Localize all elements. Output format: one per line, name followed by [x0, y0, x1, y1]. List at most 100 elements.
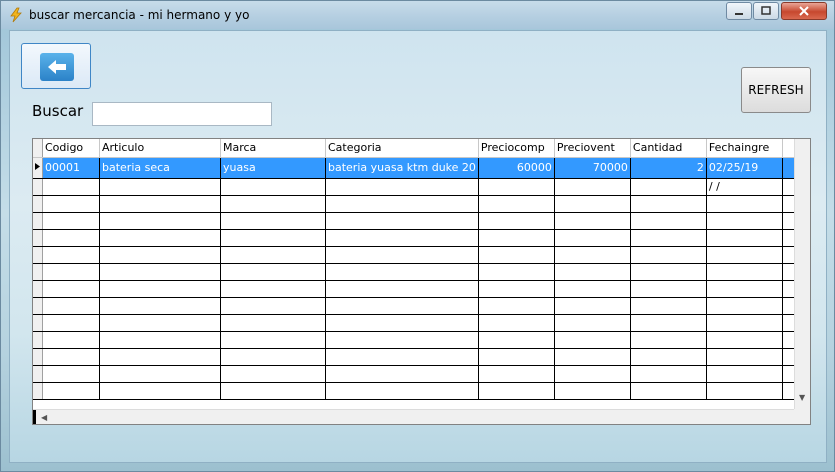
- table-cell[interactable]: [325, 365, 479, 383]
- table-row[interactable]: 00001 bateria seca yuasa bateria yuasa k…: [33, 157, 802, 179]
- table-cell[interactable]: [630, 297, 707, 315]
- table-cell[interactable]: [99, 365, 221, 383]
- table-cell[interactable]: [99, 229, 221, 247]
- table-cell[interactable]: [42, 246, 100, 264]
- scroll-left-icon[interactable]: ◀: [41, 413, 47, 422]
- table-row[interactable]: [33, 297, 802, 315]
- minimize-button[interactable]: [726, 2, 752, 20]
- table-cell[interactable]: [554, 280, 631, 298]
- table-cell[interactable]: [99, 280, 221, 298]
- table-cell[interactable]: [554, 348, 631, 366]
- cell-preciocomp[interactable]: 60000: [478, 157, 555, 179]
- table-cell[interactable]: [554, 331, 631, 349]
- table-cell[interactable]: [554, 229, 631, 247]
- cell-fechaingre[interactable]: / /: [706, 178, 783, 196]
- table-cell[interactable]: [42, 331, 100, 349]
- table-cell[interactable]: [325, 314, 479, 332]
- maximize-button[interactable]: [753, 2, 779, 20]
- table-cell[interactable]: [478, 331, 555, 349]
- table-row[interactable]: [33, 382, 802, 400]
- column-header-codigo[interactable]: Codigo: [42, 139, 100, 158]
- table-cell[interactable]: [630, 195, 707, 213]
- table-row[interactable]: [33, 314, 802, 332]
- cell-categoria[interactable]: bateria yuasa ktm duke 20: [325, 157, 479, 179]
- table-cell[interactable]: [99, 314, 221, 332]
- table-row[interactable]: [33, 246, 802, 264]
- table-cell[interactable]: [220, 331, 326, 349]
- table-cell[interactable]: [220, 382, 326, 400]
- table-cell[interactable]: [706, 331, 783, 349]
- close-button[interactable]: [781, 2, 827, 20]
- table-cell[interactable]: [706, 280, 783, 298]
- table-cell[interactable]: [706, 314, 783, 332]
- table-cell[interactable]: [220, 229, 326, 247]
- table-cell[interactable]: [42, 280, 100, 298]
- table-cell[interactable]: [42, 382, 100, 400]
- table-cell[interactable]: [42, 348, 100, 366]
- vertical-scrollbar[interactable]: ▼: [794, 139, 810, 409]
- cell-preciocomp[interactable]: [478, 178, 555, 196]
- table-cell[interactable]: [99, 263, 221, 281]
- table-cell[interactable]: [99, 382, 221, 400]
- table-cell[interactable]: [325, 263, 479, 281]
- table-cell[interactable]: [554, 263, 631, 281]
- table-row[interactable]: [33, 263, 802, 281]
- scroll-thumb[interactable]: [33, 410, 36, 424]
- table-cell[interactable]: [478, 246, 555, 264]
- column-header-categoria[interactable]: Categoria: [325, 139, 479, 158]
- table-cell[interactable]: [630, 365, 707, 383]
- table-cell[interactable]: [478, 382, 555, 400]
- table-cell[interactable]: [325, 195, 479, 213]
- table-row[interactable]: [33, 365, 802, 383]
- horizontal-scrollbar[interactable]: ◀: [33, 409, 794, 424]
- table-cell[interactable]: [478, 365, 555, 383]
- table-cell[interactable]: [706, 348, 783, 366]
- table-cell[interactable]: [706, 263, 783, 281]
- table-cell[interactable]: [554, 212, 631, 230]
- table-cell[interactable]: [630, 280, 707, 298]
- table-cell[interactable]: [325, 246, 479, 264]
- table-cell[interactable]: [706, 246, 783, 264]
- table-cell[interactable]: [706, 297, 783, 315]
- table-row[interactable]: [33, 229, 802, 247]
- cell-codigo[interactable]: [42, 178, 100, 196]
- table-row[interactable]: / /: [33, 178, 802, 196]
- cell-preciovent[interactable]: 70000: [554, 157, 631, 179]
- table-cell[interactable]: [706, 382, 783, 400]
- column-header-fechaingre[interactable]: Fechaingre: [706, 139, 783, 158]
- table-cell[interactable]: [220, 246, 326, 264]
- column-header-preciovent[interactable]: Preciovent: [554, 139, 631, 158]
- table-row[interactable]: [33, 280, 802, 298]
- search-input[interactable]: [92, 102, 272, 126]
- table-cell[interactable]: [220, 365, 326, 383]
- table-cell[interactable]: [42, 297, 100, 315]
- table-cell[interactable]: [630, 382, 707, 400]
- table-cell[interactable]: [220, 348, 326, 366]
- column-header-cantidad[interactable]: Cantidad: [630, 139, 707, 158]
- title-bar[interactable]: buscar mercancia - mi hermano y yo: [1, 1, 834, 29]
- table-cell[interactable]: [478, 212, 555, 230]
- table-cell[interactable]: [478, 280, 555, 298]
- table-cell[interactable]: [325, 229, 479, 247]
- table-row[interactable]: [33, 212, 802, 230]
- table-cell[interactable]: [42, 365, 100, 383]
- cell-articulo[interactable]: bateria seca: [99, 157, 221, 179]
- table-cell[interactable]: [554, 195, 631, 213]
- table-cell[interactable]: [630, 348, 707, 366]
- table-cell[interactable]: [99, 212, 221, 230]
- table-cell[interactable]: [706, 212, 783, 230]
- table-row[interactable]: [33, 331, 802, 349]
- back-button[interactable]: [21, 43, 91, 89]
- table-row[interactable]: [33, 348, 802, 366]
- results-grid[interactable]: Codigo Articulo Marca Categoria Precioco…: [32, 138, 811, 425]
- table-cell[interactable]: [42, 195, 100, 213]
- cell-categoria[interactable]: [325, 178, 479, 196]
- table-cell[interactable]: [554, 382, 631, 400]
- table-row[interactable]: [33, 195, 802, 213]
- table-cell[interactable]: [325, 212, 479, 230]
- table-cell[interactable]: [99, 297, 221, 315]
- table-cell[interactable]: [42, 212, 100, 230]
- table-cell[interactable]: [630, 229, 707, 247]
- table-cell[interactable]: [630, 212, 707, 230]
- cell-marca[interactable]: [220, 178, 326, 196]
